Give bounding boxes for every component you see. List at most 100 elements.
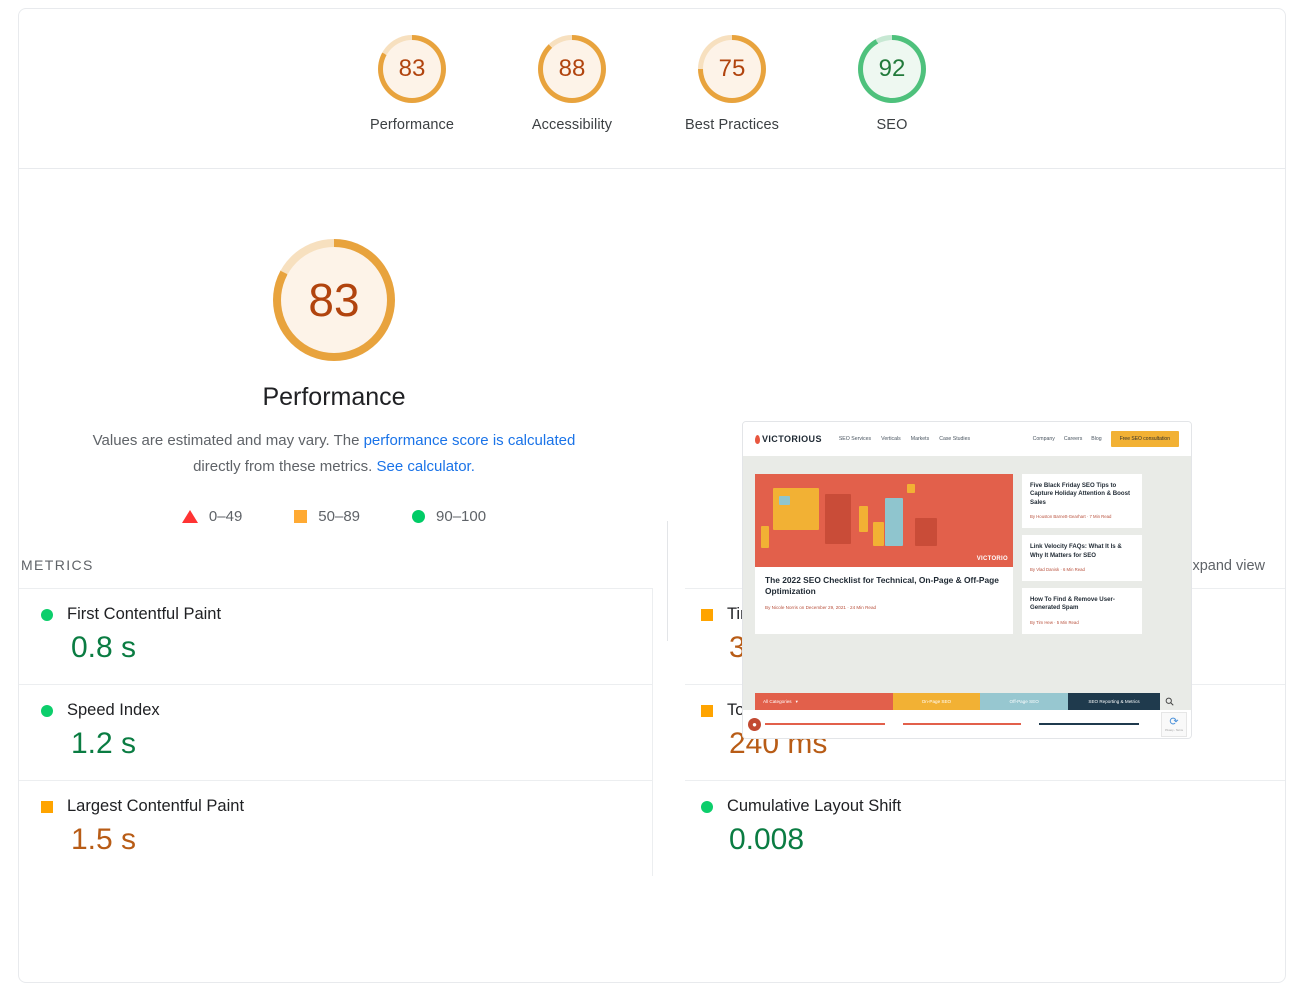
lighthouse-report-card: 83 Performance 88 Accessibility 75 Best … (18, 8, 1286, 983)
performance-description: Values are estimated and may vary. The p… (69, 428, 599, 480)
performance-gauge-large: 83 (273, 239, 395, 361)
square-average-icon (700, 608, 713, 621)
flame-icon (755, 434, 760, 444)
thumbnail-footer-line (903, 723, 1021, 725)
performance-gauge-score: 83 (308, 274, 360, 326)
legend-item-average: 50–89 (294, 508, 360, 525)
performance-summary: 83 Performance Values are estimated and … (19, 169, 649, 547)
gauge-best-practices[interactable]: 75 Best Practices (652, 35, 812, 133)
thumbnail-nav-left: SEO Services Verticals Markets Case Stud… (839, 436, 970, 442)
triangle-fail-icon (181, 509, 198, 523)
thumbnail-side-card-byline: By Houston Barnett-Gearhart · 7 Min Read (1030, 514, 1112, 520)
thumbnail-side-card-title: How To Find & Remove User-Generated Spam (1030, 596, 1115, 612)
legend-label-average: 50–89 (318, 507, 361, 525)
gauge-ring-accessibility: 88 (538, 35, 606, 103)
thumbnail-nav-item-company: Company (1032, 436, 1055, 442)
metric-row[interactable]: First Contentful Paint 0.8 s (19, 588, 652, 684)
metric-value: 0.008 (728, 823, 805, 856)
thumbnail-side-cards: Five Black Friday SEO Tips to Capture Ho… (1022, 474, 1142, 634)
thumbnail-side-card-byline: By Tim Hew · 5 Min Read (1030, 619, 1079, 625)
gauge-seo[interactable]: 92 SEO (812, 35, 972, 133)
thumbnail-category-reporting: SEO Reporting & Metrics (1068, 693, 1161, 710)
page-title: Performance (262, 383, 406, 411)
thumbnail-side-card-byline: By Vlad Danisk · 6 Min Read (1030, 567, 1085, 573)
search-icon (1160, 693, 1180, 710)
legend-item-fail: 0–49 (181, 507, 243, 525)
thumbnail-hero-illustration: VICTORIO (755, 474, 1013, 567)
gauge-score-accessibility: 88 (558, 55, 586, 82)
metric-name: Cumulative Layout Shift (726, 797, 902, 815)
category-gauges-strip: 83 Performance 88 Accessibility 75 Best … (19, 9, 1285, 169)
thumbnail-footer: ● ⟳ Privacy - Terms (743, 710, 1191, 738)
circle-pass-icon (412, 509, 426, 523)
site-screenshot-thumbnail[interactable]: VICTORIOUS SEO Services Verticals Market… (742, 421, 1192, 739)
thumbnail-category-all: All Categories ▾ (755, 693, 893, 710)
thumbnail-side-card: How To Find & Remove User-Generated Spam… (1022, 588, 1142, 634)
metric-row[interactable]: Cumulative Layout Shift 0.008 (684, 780, 1285, 876)
thumbnail-side-card-title: Link Velocity FAQs: What It Is & Why It … (1030, 543, 1122, 559)
thumbnail-side-card: Link Velocity FAQs: What It Is & Why It … (1022, 535, 1142, 582)
thumbnail-category-label: All Categories (763, 699, 792, 704)
circle-pass-icon (41, 704, 53, 717)
metric-header: Cumulative Layout Shift (700, 797, 1285, 816)
performance-hero-section: 83 Performance Values are estimated and … (19, 169, 1285, 739)
see-calculator-link[interactable]: See calculator. (376, 458, 474, 475)
thumbnail-site-nav: VICTORIOUS SEO Services Verticals Market… (743, 422, 1191, 456)
thumbnail-category-on-page: On-Page SEO (892, 693, 981, 710)
gauge-score-performance: 83 (398, 55, 426, 82)
thumbnail-category-off-page: Off-Page SEO (980, 693, 1069, 710)
gauge-label-performance: Performance (369, 117, 455, 133)
gauge-accessibility[interactable]: 88 Accessibility (492, 35, 652, 133)
score-legend: 0–49 50–89 90–100 (181, 507, 487, 525)
thumbnail-cta-button: Free SEO consultation (1110, 431, 1179, 447)
thumbnail-hero-watermark: VICTORIO (976, 556, 1008, 562)
thumbnail-nav-item-careers: Careers (1063, 436, 1083, 442)
thumbnail-logo-text: VICTORIOUS (762, 434, 822, 444)
legend-label-fail: 0–49 (208, 507, 243, 525)
metric-row[interactable]: Largest Contentful Paint 1.5 s (19, 780, 652, 876)
thumbnail-category-bar: All Categories ▾ On-Page SEO Off-Page SE… (755, 693, 1180, 710)
metric-name: Speed Index (67, 701, 160, 719)
expand-view-button[interactable]: Expand view (1183, 558, 1265, 574)
accessibility-widget-icon: ● (748, 718, 761, 731)
screenshot-panel: VICTORIOUS SEO Services Verticals Market… (649, 169, 1285, 739)
metric-name: First Contentful Paint (67, 605, 222, 623)
metric-name: Largest Contentful Paint (67, 797, 245, 815)
legend-label-pass: 90–100 (436, 507, 487, 525)
recaptcha-text: Privacy - Terms (1165, 729, 1183, 732)
thumbnail-footer-line (1039, 723, 1139, 725)
thumbnail-site-logo: VICTORIOUS (755, 434, 822, 444)
thumbnail-nav-item-seo-services: SEO Services (838, 436, 872, 442)
metric-header: First Contentful Paint (41, 605, 652, 624)
thumbnail-main-row: VICTORIO The 2022 SEO Checklist for Tech… (755, 474, 1179, 634)
metric-value: 1.2 s (71, 727, 137, 760)
thumbnail-feature-title: The 2022 SEO Checklist for Technical, On… (765, 575, 999, 597)
metrics-section-title: METRICS (21, 557, 94, 573)
square-average-icon (41, 800, 53, 813)
square-average-icon (294, 509, 308, 523)
gauge-ring-best-practices: 75 (698, 35, 766, 103)
performance-score-calculated-link[interactable]: performance score is calculated (364, 432, 576, 449)
metric-header: Speed Index (41, 701, 652, 720)
metrics-column-left: First Contentful Paint 0.8 s Speed Index… (19, 588, 652, 876)
gauge-label-accessibility: Accessibility (531, 117, 613, 133)
thumbnail-nav-item-blog: Blog (1091, 436, 1102, 442)
gauge-score-seo: 92 (878, 55, 906, 82)
hero-vertical-divider (667, 521, 668, 641)
gauge-ring-seo: 92 (858, 35, 926, 103)
thumbnail-feature-byline: By Nicole Norris on December 29, 2021 · … (765, 605, 877, 611)
description-text-2: directly from these metrics. (193, 457, 377, 475)
metric-value: 0.8 s (71, 631, 137, 664)
thumbnail-footer-line (765, 723, 885, 725)
metric-row[interactable]: Speed Index 1.2 s (19, 684, 652, 780)
thumbnail-nav-item-case-studies: Case Studies (939, 436, 971, 442)
chevron-down-icon: ▾ (795, 698, 798, 704)
thumbnail-feature-article: VICTORIO The 2022 SEO Checklist for Tech… (755, 474, 1013, 634)
circle-pass-icon (41, 608, 53, 621)
gauge-label-seo: SEO (876, 117, 908, 133)
metric-header: Largest Contentful Paint (41, 797, 652, 816)
gauge-label-best-practices: Best Practices (684, 117, 780, 133)
gauge-performance[interactable]: 83 Performance (332, 35, 492, 133)
recaptcha-icon: ⟳ (1169, 716, 1179, 728)
circle-pass-icon (700, 800, 713, 813)
